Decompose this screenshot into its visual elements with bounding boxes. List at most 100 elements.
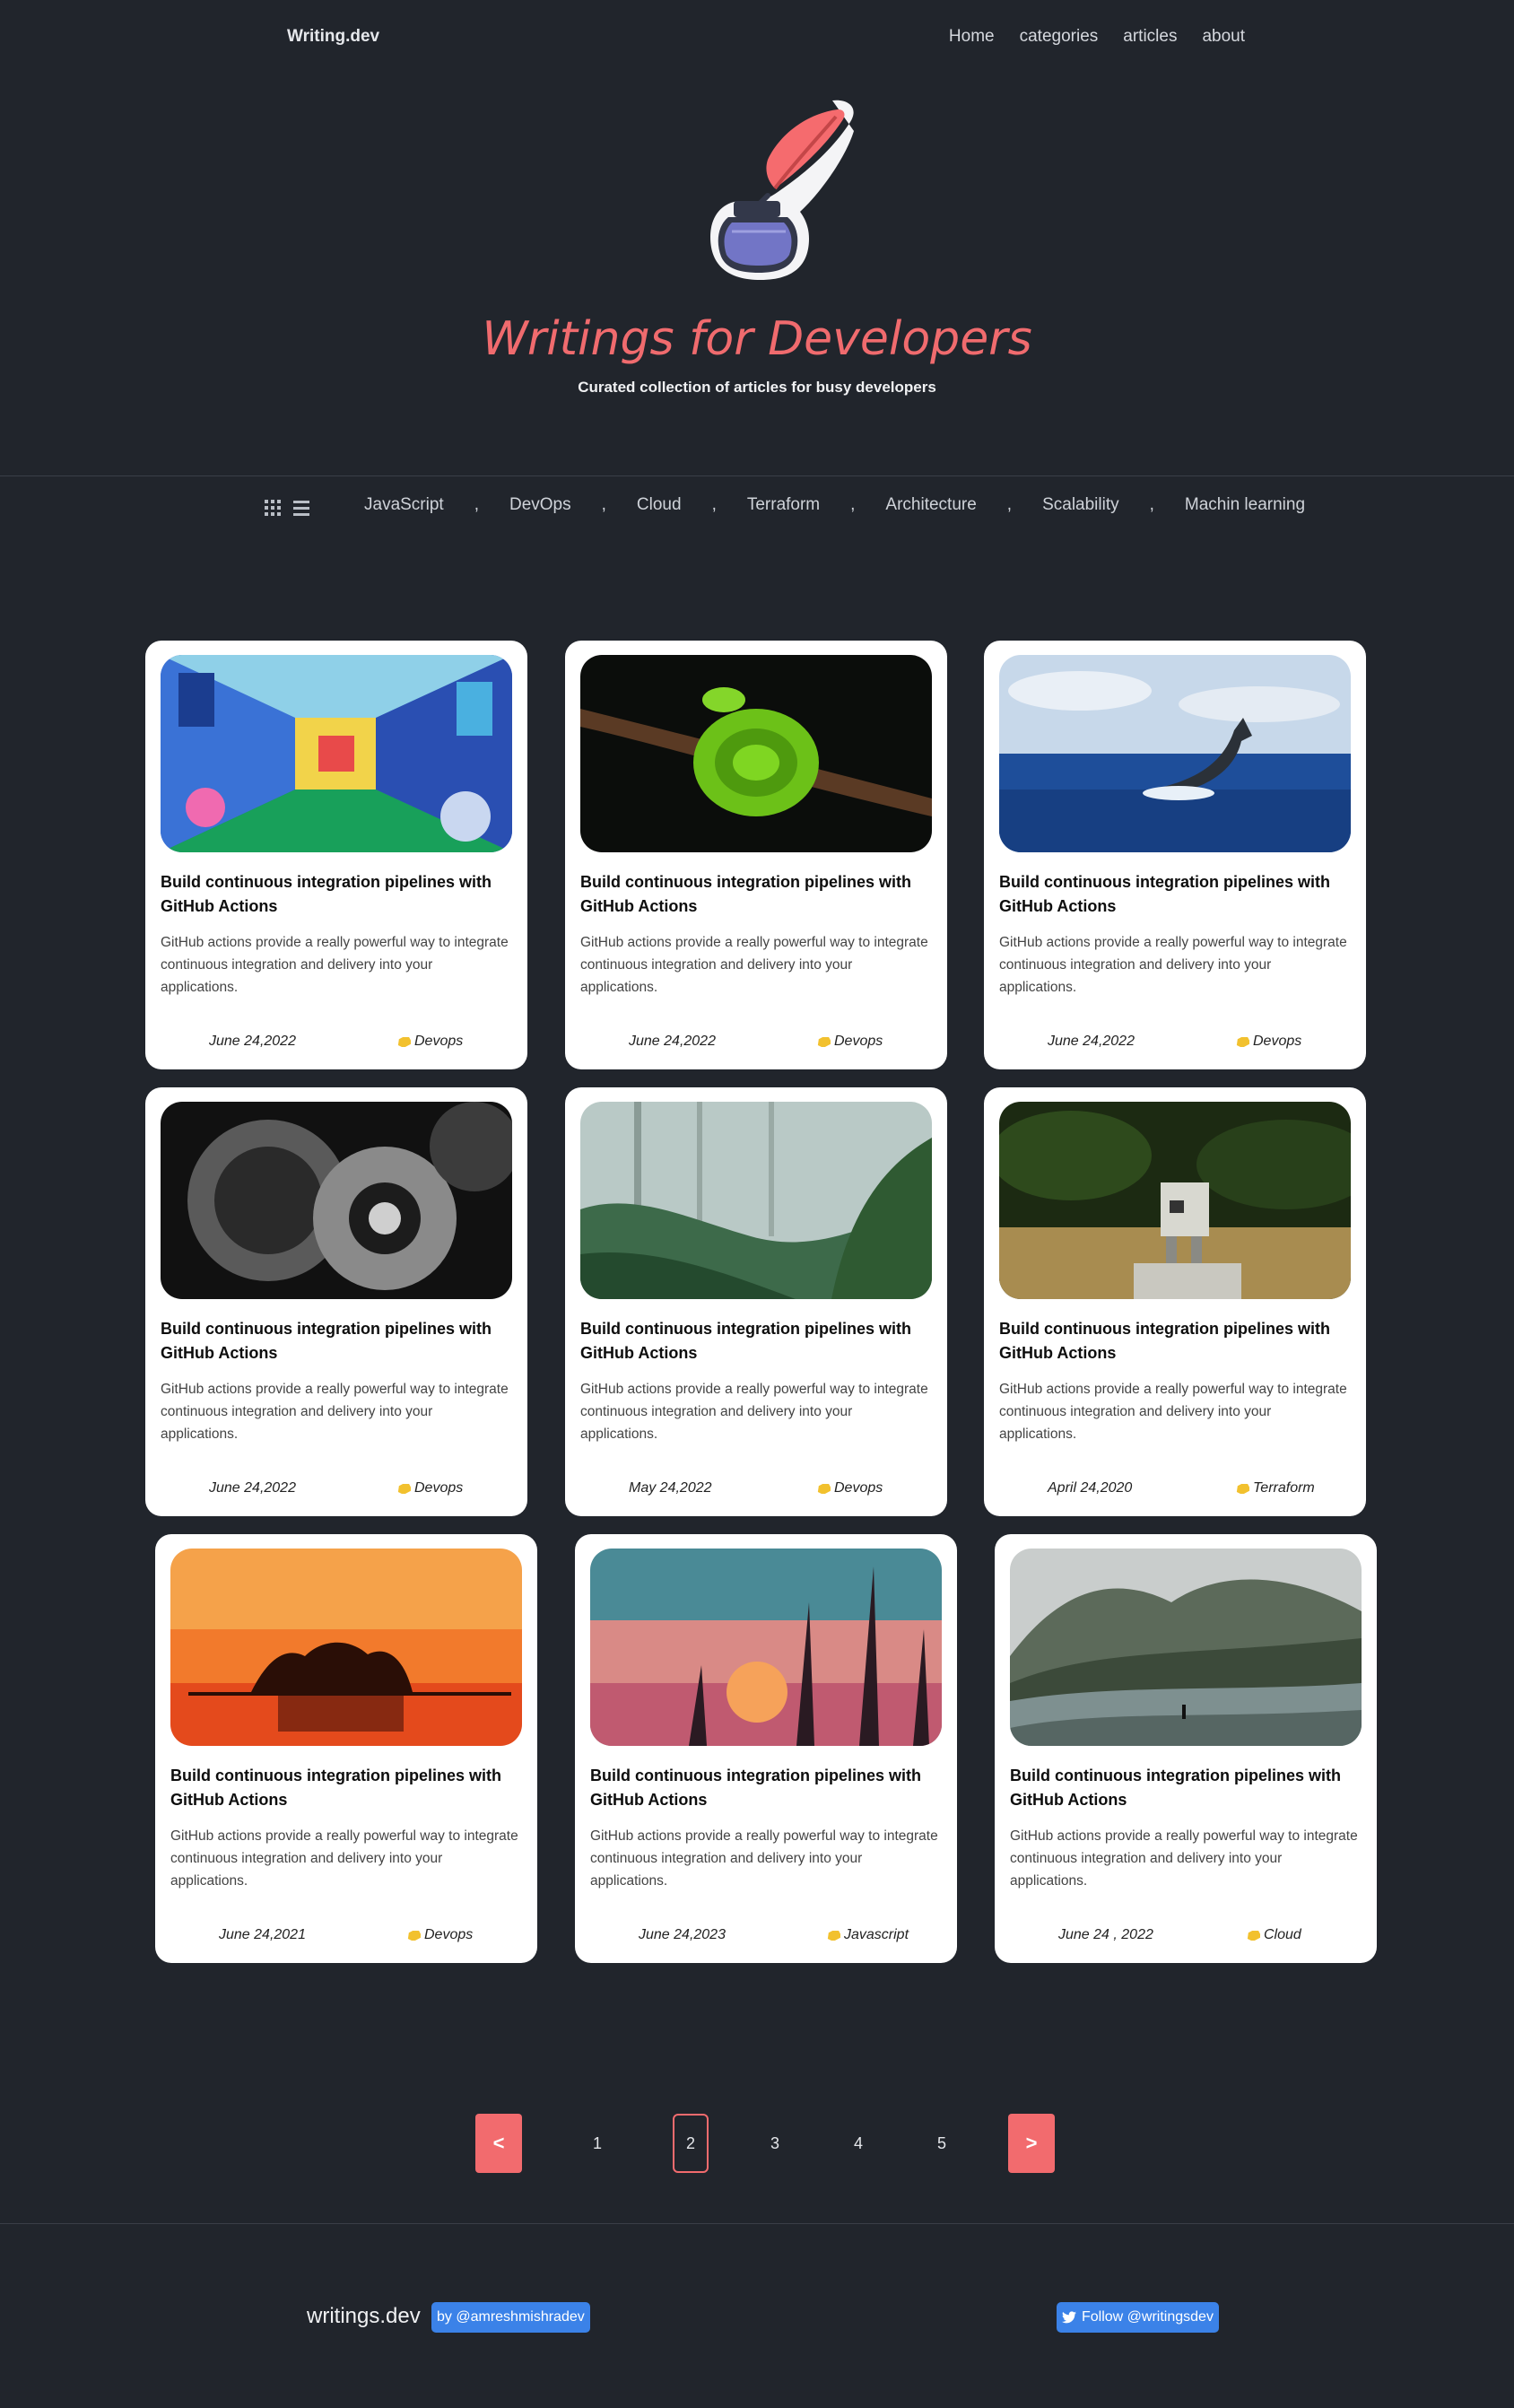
page-4[interactable]: 4: [840, 2114, 876, 2173]
page-1[interactable]: 1: [579, 2114, 615, 2173]
article-title[interactable]: Build continuous integration pipelines w…: [1010, 1764, 1362, 1812]
twitter-icon: [1062, 2311, 1076, 2324]
article-card[interactable]: Build continuous integration pipelines w…: [565, 641, 947, 1069]
tag-icon: [817, 1036, 831, 1047]
tag-icon: [397, 1036, 411, 1047]
grid-view-icon[interactable]: [264, 499, 282, 517]
article-image-box-robot-in-field[interactable]: [999, 1102, 1351, 1299]
follow-badge-label: Follow @writingsdev: [1082, 2309, 1214, 2325]
header-divider: [0, 475, 1514, 476]
article-title[interactable]: Build continuous integration pipelines w…: [161, 1317, 512, 1365]
tag-icon: [817, 1483, 831, 1494]
article-meta: June 24,2022 Devops: [999, 1034, 1351, 1055]
article-title[interactable]: Build continuous integration pipelines w…: [999, 870, 1351, 919]
article-meta: June 24,2023 Javascript: [590, 1927, 942, 1949]
article-tag[interactable]: Javascript: [827, 1927, 909, 1943]
article-card[interactable]: Build continuous integration pipelines w…: [984, 641, 1366, 1069]
prev-page-button[interactable]: <: [475, 2114, 522, 2173]
pagination: < 1 2 3 4 5 >: [0, 2114, 1514, 2173]
article-tag[interactable]: Devops: [1236, 1034, 1301, 1050]
category-javascript[interactable]: JavaScript: [364, 495, 444, 515]
article-card[interactable]: Build continuous integration pipelines w…: [575, 1534, 957, 1963]
article-card[interactable]: Build continuous integration pipelines w…: [155, 1534, 537, 1963]
category-architecture[interactable]: Architecture: [885, 495, 976, 515]
brand-logo-text[interactable]: Writing.dev: [287, 27, 379, 47]
page-subtitle: Curated collection of articles for busy …: [578, 379, 936, 396]
author-badge[interactable]: by @amreshmishradev: [431, 2302, 590, 2333]
article-description: GitHub actions provide a really powerful…: [999, 935, 1347, 995]
article-title[interactable]: Build continuous integration pipelines w…: [590, 1764, 942, 1812]
article-image-misty-jungle[interactable]: [580, 1102, 932, 1299]
article-title[interactable]: Build continuous integration pipelines w…: [161, 870, 512, 919]
article-image-black-white-gears[interactable]: [161, 1102, 512, 1299]
tag-icon: [827, 1930, 840, 1941]
article-meta: June 24,2022 Devops: [161, 1480, 512, 1502]
article-date: June 24,2021: [219, 1927, 306, 1942]
footer-divider: [0, 2223, 1514, 2224]
article-date: April 24,2020: [1048, 1480, 1133, 1496]
article-meta: June 24,2021 Devops: [170, 1927, 522, 1949]
separator: ,: [711, 495, 717, 514]
list-view-icon[interactable]: [292, 499, 310, 517]
article-tag-label: Cloud: [1264, 1927, 1301, 1942]
article-image-abstract-colorful-corridor[interactable]: [161, 655, 512, 852]
article-date: June 24,2022: [209, 1034, 296, 1049]
nav-link-articles[interactable]: articles: [1123, 27, 1177, 47]
article-title[interactable]: Build continuous integration pipelines w…: [999, 1317, 1351, 1365]
category-bar: JavaScript , DevOps , Cloud , Terraform …: [0, 495, 1514, 522]
article-description: GitHub actions provide a really powerful…: [161, 935, 509, 995]
article-tag[interactable]: Cloud: [1247, 1927, 1301, 1943]
article-image-green-snake-on-branch[interactable]: [580, 655, 932, 852]
nav-link-about[interactable]: about: [1202, 27, 1245, 47]
article-meta: April 24,2020 Terraform: [999, 1480, 1351, 1502]
article-meta: June 24,2022 Devops: [580, 1034, 932, 1055]
category-terraform[interactable]: Terraform: [747, 495, 820, 515]
category-cloud[interactable]: Cloud: [637, 495, 682, 515]
article-tag[interactable]: Devops: [397, 1480, 463, 1496]
footer-brand[interactable]: writings.dev: [307, 2304, 421, 2329]
article-tag-label: Devops: [414, 1034, 464, 1049]
article-card[interactable]: Build continuous integration pipelines w…: [145, 1087, 527, 1516]
page-title: Writings for Developers: [482, 312, 1032, 366]
tag-icon: [1236, 1036, 1249, 1047]
page-3[interactable]: 3: [757, 2114, 793, 2173]
article-description: GitHub actions provide a really powerful…: [161, 1382, 509, 1442]
article-description: GitHub actions provide a really powerful…: [170, 1828, 518, 1889]
tag-icon: [1247, 1930, 1260, 1941]
author-badge-label: by @amreshmishradev: [437, 2309, 585, 2325]
follow-twitter-button[interactable]: Follow @writingsdev: [1057, 2302, 1219, 2333]
article-title[interactable]: Build continuous integration pipelines w…: [580, 870, 932, 919]
nav-link-home[interactable]: Home: [949, 27, 995, 47]
article-card[interactable]: Build continuous integration pipelines w…: [145, 641, 527, 1069]
tag-icon: [397, 1483, 411, 1494]
article-tag[interactable]: Devops: [397, 1034, 463, 1050]
article-image-sunset-grass-silhouette[interactable]: [590, 1549, 942, 1746]
article-tag[interactable]: Devops: [817, 1034, 883, 1050]
article-image-sunset-island-trees[interactable]: [170, 1549, 522, 1746]
article-title[interactable]: Build continuous integration pipelines w…: [170, 1764, 522, 1812]
article-card[interactable]: Build continuous integration pipelines w…: [984, 1087, 1366, 1516]
article-date: June 24,2022: [629, 1034, 716, 1049]
nav-link-categories[interactable]: categories: [1020, 27, 1099, 47]
page-5[interactable]: 5: [924, 2114, 960, 2173]
article-date: May 24,2022: [629, 1480, 712, 1496]
article-description: GitHub actions provide a really powerful…: [590, 1828, 938, 1889]
page-2-current[interactable]: 2: [673, 2114, 709, 2173]
separator: ,: [601, 495, 606, 514]
article-date: June 24,2022: [1048, 1034, 1135, 1049]
article-image-whale-tail-ocean[interactable]: [999, 655, 1351, 852]
article-card[interactable]: Build continuous integration pipelines w…: [565, 1087, 947, 1516]
article-title[interactable]: Build continuous integration pipelines w…: [580, 1317, 932, 1365]
category-scalability[interactable]: Scalability: [1042, 495, 1119, 515]
article-tag-label: Terraform: [1253, 1480, 1315, 1496]
article-date: June 24,2022: [209, 1480, 296, 1496]
article-tag[interactable]: Devops: [407, 1927, 473, 1943]
next-page-button[interactable]: >: [1008, 2114, 1055, 2173]
article-image-foggy-mountain-river[interactable]: [1010, 1549, 1362, 1746]
category-devops[interactable]: DevOps: [509, 495, 571, 515]
article-tag-label: Devops: [834, 1034, 883, 1049]
category-machine-learning[interactable]: Machin learning: [1185, 495, 1305, 515]
article-tag[interactable]: Terraform: [1236, 1480, 1315, 1496]
article-card[interactable]: Build continuous integration pipelines w…: [995, 1534, 1377, 1963]
article-tag[interactable]: Devops: [817, 1480, 883, 1496]
